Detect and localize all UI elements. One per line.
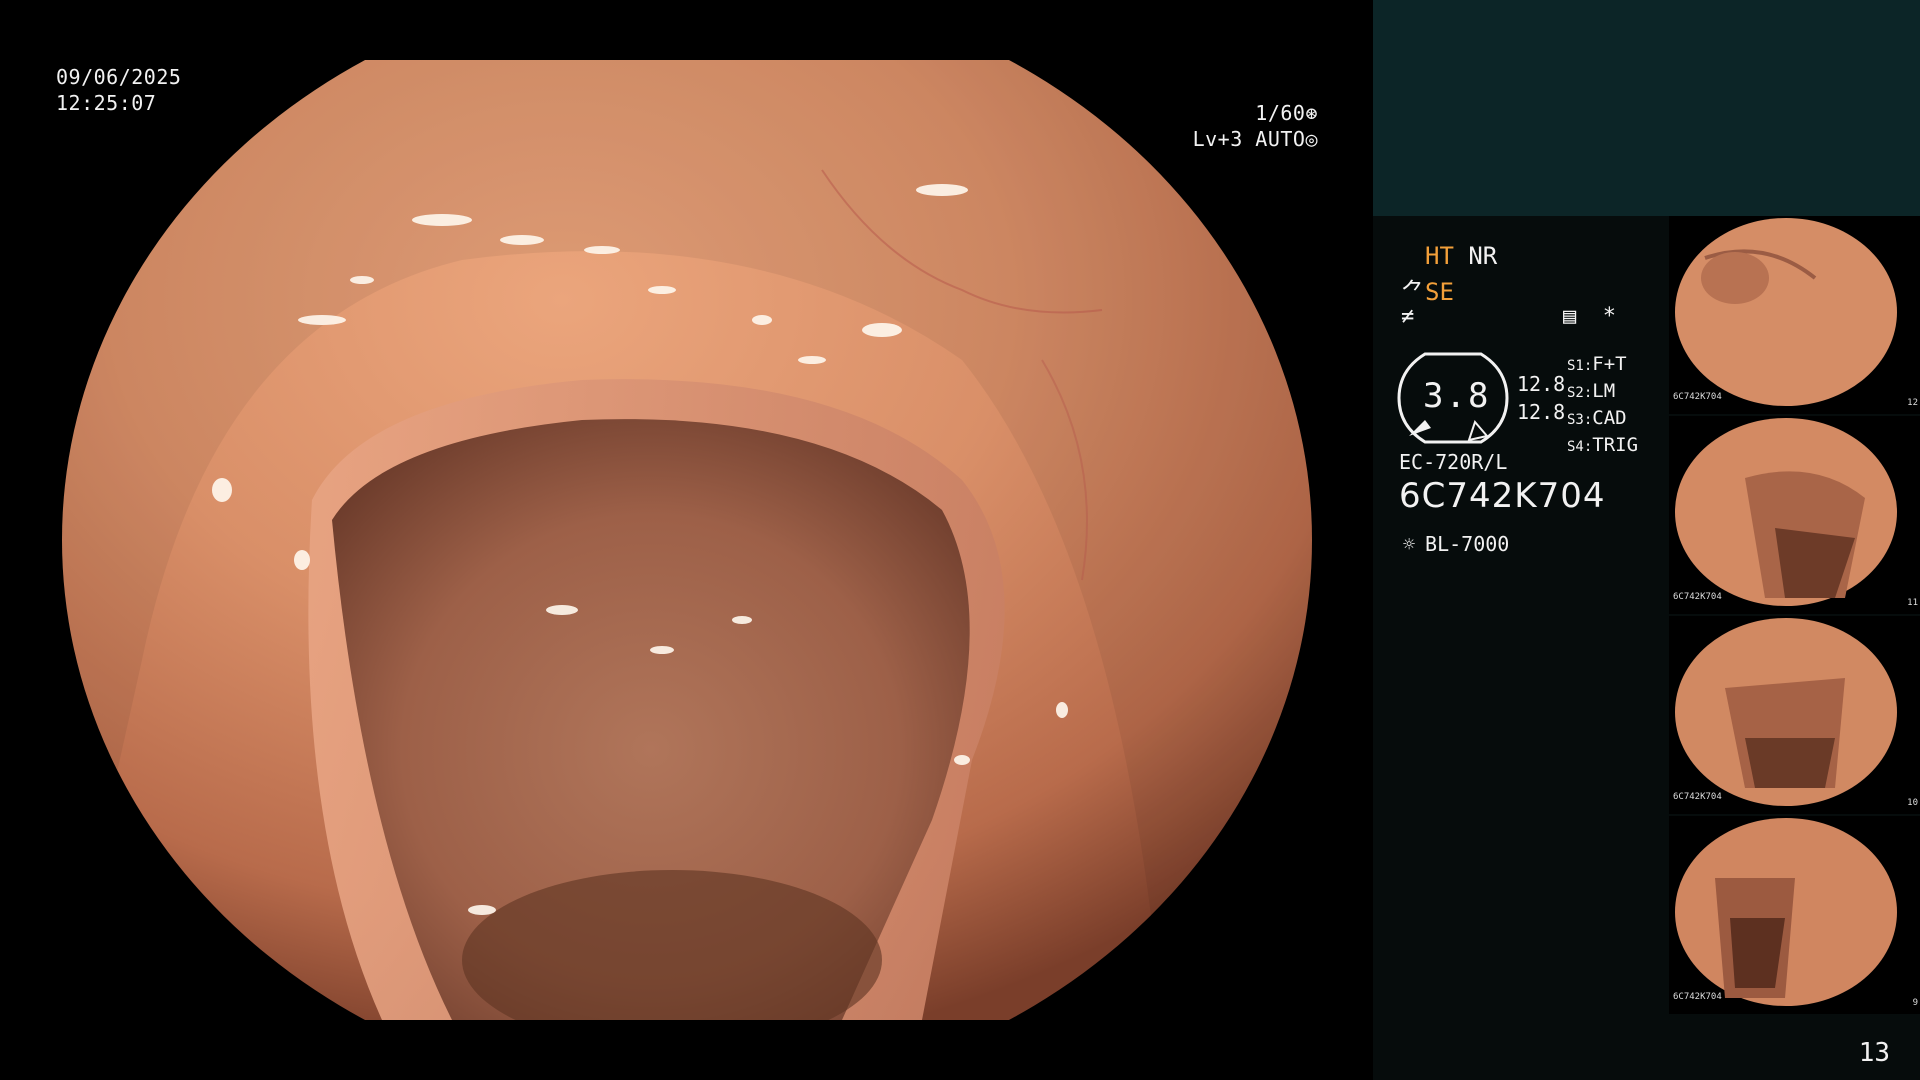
thumbnail-label: 6C742K704: [1673, 792, 1722, 802]
thumbnail-label: 6C742K704: [1673, 592, 1722, 602]
enhance-icon: ≠: [1401, 304, 1415, 329]
endoscope-image: [62, 60, 1312, 1020]
thumbnail-label: 6C742K704: [1673, 392, 1722, 402]
switch-row: S3:CAD: [1567, 407, 1627, 429]
thumbnail-number: 11: [1907, 598, 1918, 608]
info-panel: HT NR ⺈SE ≠ ▤ * 3.8 12.8 12.8 S1:F+T S2:…: [1373, 0, 1920, 1080]
se-label: SE: [1425, 278, 1454, 306]
time: 12:25:07: [56, 91, 157, 115]
exposure-readout: 1/60⊛ Lv+3 AUTO◎: [1193, 100, 1318, 152]
panel-header: [1373, 0, 1920, 216]
gauge-number-2: 12.8: [1517, 400, 1566, 424]
thumbnail-label: 6C742K704: [1673, 992, 1722, 1002]
record-icon: ▤: [1563, 304, 1577, 329]
thumbnail-image: [1675, 618, 1897, 806]
auto-iris-icon: ◎: [1305, 127, 1318, 151]
se-row: ⺈SE: [1401, 272, 1454, 307]
ht-nr-row: HT NR: [1425, 242, 1497, 270]
endoscope-view: 09/06/2025 12:25:07 1/60⊛ Lv+3 AUTO◎: [0, 0, 1372, 1080]
structure-enhance-icon: ⺈: [1401, 278, 1425, 306]
light-source-label: BL-7000: [1425, 532, 1510, 556]
gauge-numbers: 12.8 12.8: [1517, 370, 1565, 426]
level-readout: Lv+3 AUTO: [1192, 127, 1306, 151]
switch-assignments: S1:F+T S2:LM S3:CAD S4:TRIG: [1567, 352, 1638, 460]
switch-row: S4:TRIG: [1567, 434, 1639, 456]
thumbnail-image: [1675, 818, 1897, 1006]
thumbnail-number: 10: [1907, 798, 1918, 808]
gauge-number-1: 12.8: [1517, 372, 1566, 396]
page-number: 13: [1858, 1038, 1890, 1068]
nr-label: NR: [1468, 242, 1498, 270]
thumbnail[interactable]: 6C742K704 9: [1669, 816, 1920, 1014]
aperture-icon: ⊛: [1305, 101, 1318, 125]
date: 09/06/2025: [56, 65, 182, 89]
switch-row: S1:F+T: [1567, 353, 1627, 375]
switch-row: S2:LM: [1567, 380, 1616, 402]
light-source-row: ☼ BL-7000: [1403, 532, 1509, 556]
shutter-speed: 1/60: [1255, 101, 1306, 125]
thumbnail-image: [1675, 418, 1897, 606]
enhance-row: ≠: [1401, 304, 1414, 329]
gauge-value: 3.8: [1423, 376, 1491, 416]
scope-model: EC-720R/L: [1399, 450, 1508, 474]
thumbnail-number: 12: [1907, 398, 1918, 408]
thumbnail[interactable]: 6C742K704 11: [1669, 416, 1920, 614]
thumbnail-image: [1675, 218, 1897, 406]
thumbnail[interactable]: 6C742K704 12: [1669, 216, 1920, 414]
thumbnail-number: 9: [1912, 998, 1918, 1008]
thumbnail[interactable]: 6C742K704 10: [1669, 616, 1920, 814]
light-source-icon: ☼: [1403, 532, 1416, 556]
ht-label: HT: [1425, 242, 1454, 270]
date-time-readout: 09/06/2025 12:25:07: [56, 64, 181, 116]
status-icons: ▤ *: [1563, 304, 1616, 329]
scope-serial: 6C742K704: [1399, 476, 1606, 516]
asterisk-icon: *: [1589, 304, 1616, 329]
